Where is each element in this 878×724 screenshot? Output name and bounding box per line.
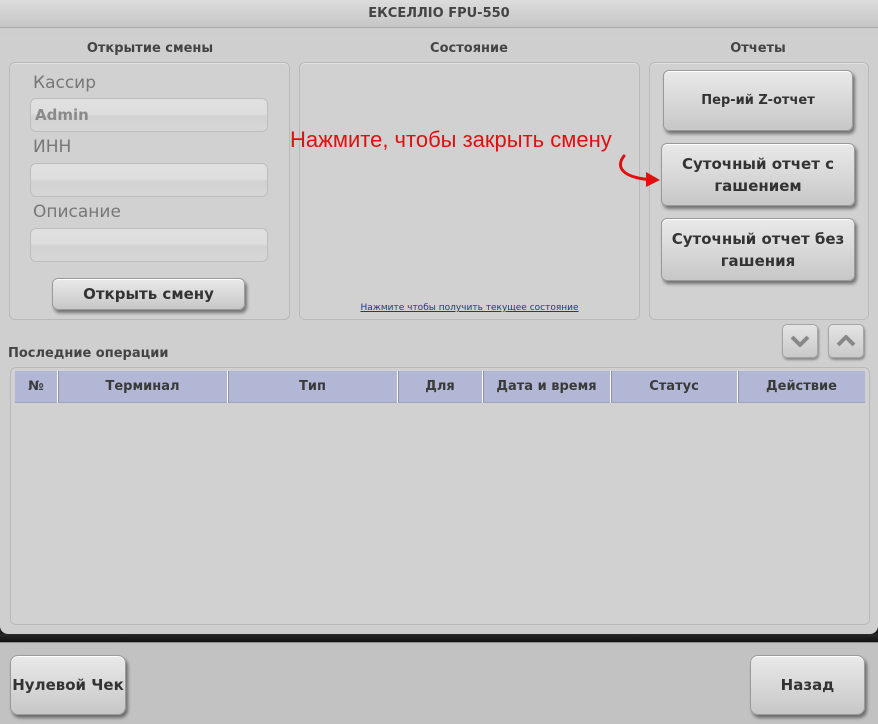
daily-report-with-reset-button[interactable]: Суточный отчет с гашением: [661, 143, 855, 206]
get-status-link[interactable]: Нажмите чтобы получить текущее состояние: [300, 303, 639, 313]
description-field[interactable]: [30, 228, 268, 262]
cashier-field[interactable]: [30, 98, 268, 132]
inn-label: ИНН: [33, 137, 72, 157]
daily-report-without-reset-label-1: Суточный отчет без: [671, 229, 845, 248]
operations-table-header: № Терминал Тип Для Дата и время Статус Д…: [15, 371, 865, 403]
reports-title: Отчеты: [730, 41, 786, 56]
zero-check-button[interactable]: Нулевой Чек: [10, 655, 126, 715]
footer-divider: [0, 634, 878, 642]
open-shift-panel: Кассир ИНН Описание Открыть смену: [9, 62, 290, 320]
open-shift-button[interactable]: Открыть смену: [52, 278, 245, 310]
column-header-terminal[interactable]: Терминал: [58, 371, 228, 403]
operations-table: № Терминал Тип Для Дата и время Статус Д…: [10, 367, 870, 625]
daily-report-without-reset-label-2: гашения: [720, 251, 796, 270]
status-title: Состояние: [430, 41, 508, 56]
inn-field[interactable]: [30, 163, 268, 197]
cashier-label: Кассир: [33, 73, 97, 93]
daily-report-with-reset-label-2: гашением: [714, 176, 802, 195]
daily-report-with-reset-label-1: Суточный отчет с: [681, 154, 835, 173]
operations-title: Последние операции: [8, 346, 169, 361]
column-header-datetime[interactable]: Дата и время: [483, 371, 611, 403]
periodic-z-report-button[interactable]: Пер-ий Z-отчет: [663, 70, 853, 131]
reports-panel: Пер-ий Z-отчет Суточный отчет с гашением…: [649, 62, 869, 320]
status-panel: Нажмите чтобы получить текущее состояние: [299, 62, 640, 320]
scroll-up-button[interactable]: [828, 324, 864, 358]
fiscal-register-window: ЕКСЕЛЛІО FPU-550 Открытие смены Кассир И…: [0, 0, 878, 634]
back-button[interactable]: Назад: [750, 655, 865, 715]
chevron-down-icon: [790, 335, 810, 347]
chevron-up-icon: [836, 335, 856, 347]
column-header-action[interactable]: Действие: [738, 371, 865, 403]
window-title: ЕКСЕЛЛІО FPU-550: [0, 0, 878, 28]
column-header-number[interactable]: №: [15, 371, 58, 403]
column-header-status[interactable]: Статус: [611, 371, 738, 403]
hint-arrow-icon: [619, 154, 660, 187]
column-header-for[interactable]: Для: [398, 371, 483, 403]
description-label: Описание: [33, 202, 121, 222]
footer-bar: Нулевой Чек Назад: [0, 642, 878, 724]
scroll-down-button[interactable]: [782, 324, 818, 358]
daily-report-without-reset-button[interactable]: Суточный отчет без гашения: [661, 218, 855, 281]
open-shift-title: Открытие смены: [86, 41, 214, 56]
column-header-type[interactable]: Тип: [228, 371, 398, 403]
close-shift-hint: Нажмите, чтобы закрыть смену: [290, 127, 612, 152]
